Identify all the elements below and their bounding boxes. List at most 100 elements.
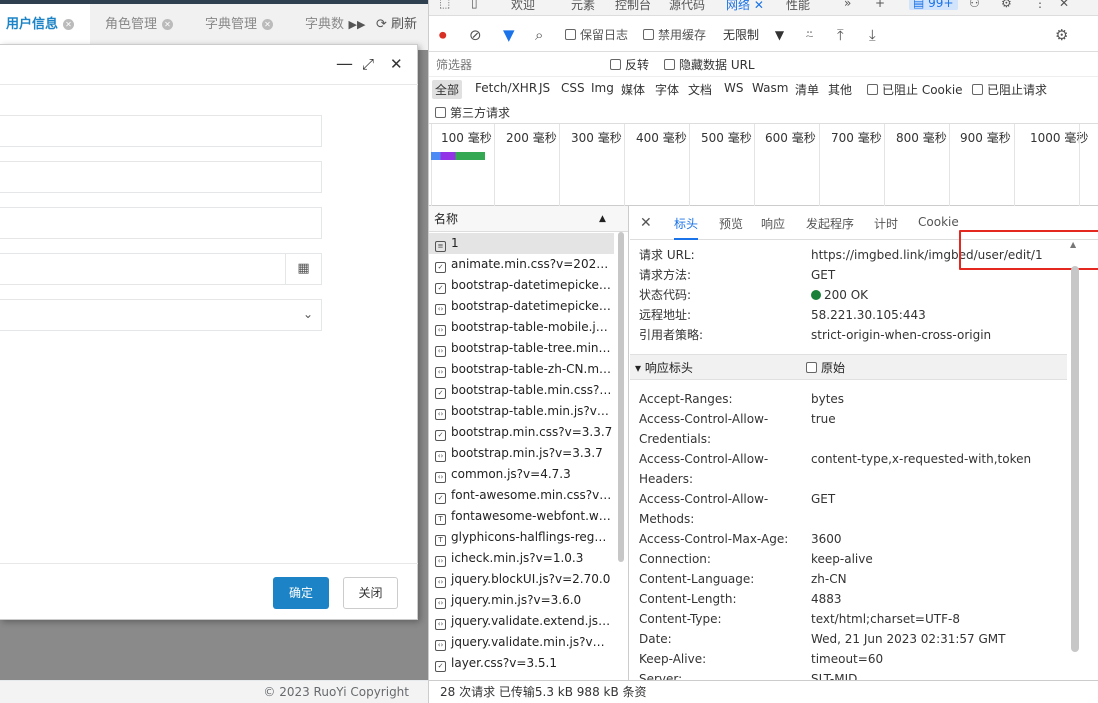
- type-other[interactable]: 其他: [825, 80, 855, 99]
- request-row[interactable]: Tfontawesome-webfont.woff...: [429, 506, 614, 527]
- date-input[interactable]: ▦: [0, 253, 322, 285]
- request-row[interactable]: ‹› bootstrap-table-mobile.js?v...: [429, 317, 614, 338]
- network-conditions-icon[interactable]: ⍨: [805, 25, 814, 45]
- more-options-icon[interactable]: ⋮: [1034, 0, 1046, 10]
- request-row[interactable]: ‹› bootstrap-table-tree.min.js?...: [429, 338, 614, 359]
- request-list-header[interactable]: 名称 ▲: [429, 206, 628, 232]
- js-file-icon: ‹›: [435, 325, 446, 336]
- tab-close-icon[interactable]: ✕: [162, 19, 174, 30]
- detail-tab-preview[interactable]: 预览: [719, 215, 743, 232]
- request-row[interactable]: ‹› bootstrap-table-zh-CN.min.j...: [429, 359, 614, 380]
- scroll-up-icon[interactable]: ▲: [1070, 240, 1076, 249]
- close-devtools-icon[interactable]: ✕: [1059, 0, 1069, 10]
- network-timeline[interactable]: 100 毫秒 200 毫秒 300 毫秒 400 毫秒 500 毫秒 600 毫…: [429, 124, 1098, 206]
- request-row[interactable]: ✓ bootstrap-datetimepicker.m...: [429, 275, 614, 296]
- type-doc[interactable]: 文档: [685, 80, 715, 99]
- close-detail-icon[interactable]: ✕: [640, 215, 652, 231]
- hide-data-urls-checkbox[interactable]: 隐藏数据 URL: [661, 55, 758, 74]
- request-row[interactable]: ≡ 1: [429, 233, 614, 254]
- tab-close-icon[interactable]: ✕: [63, 19, 75, 30]
- request-row[interactable]: ‹› jquery.validate.min.js?v=1.1...: [429, 632, 614, 653]
- request-row[interactable]: ‹› common.js?v=4.7.3: [429, 464, 614, 485]
- detail-tab-response[interactable]: 响应: [761, 215, 785, 232]
- filter-icon[interactable]: ▼: [503, 25, 515, 45]
- request-name: bootstrap-datetimepicker.m...: [451, 278, 614, 292]
- request-row[interactable]: ✓ font-awesome.min.css?v=4....: [429, 485, 614, 506]
- detail-scrollbar-thumb[interactable]: [1071, 266, 1079, 652]
- type-css[interactable]: CSS: [558, 80, 588, 96]
- detail-tab-initiator[interactable]: 发起程序: [806, 215, 854, 232]
- type-js[interactable]: JS: [536, 80, 553, 96]
- request-row[interactable]: ✓ animate.min.css?v=20210831: [429, 254, 614, 275]
- request-row[interactable]: ‹› bootstrap-table.min.js?v=1....: [429, 401, 614, 422]
- third-party-checkbox[interactable]: 第三方请求: [432, 103, 513, 122]
- throttle-select[interactable]: 无限制 ▼: [723, 25, 784, 45]
- blocked-requests-checkbox[interactable]: 已阻止请求: [969, 80, 1050, 99]
- form-input[interactable]: [0, 115, 322, 147]
- filter-input[interactable]: 筛选器: [433, 55, 593, 74]
- network-settings-icon[interactable]: ⚙: [1055, 25, 1068, 45]
- add-tab-icon[interactable]: +: [875, 0, 885, 10]
- form-input[interactable]: [0, 207, 322, 239]
- request-row[interactable]: Tglyphicons-halflings-regular...: [429, 527, 614, 548]
- type-all[interactable]: 全部: [432, 80, 463, 99]
- invert-checkbox[interactable]: 反转: [607, 55, 652, 74]
- request-row[interactable]: ‹› bootstrap.min.js?v=3.3.7: [429, 443, 614, 464]
- timeline-gridline: [1079, 124, 1080, 206]
- request-row[interactable]: ‹› jquery.min.js?v=3.6.0: [429, 590, 614, 611]
- confirm-button[interactable]: 确定: [273, 577, 329, 609]
- clear-icon[interactable]: ⊘: [469, 25, 482, 45]
- devtools-tab-network[interactable]: 网络 ✕: [726, 0, 764, 13]
- type-font[interactable]: 字体: [652, 80, 682, 99]
- request-row[interactable]: ✓ bootstrap-table.min.css?v=1...: [429, 380, 614, 401]
- request-row[interactable]: ‹› icheck.min.js?v=1.0.3: [429, 548, 614, 569]
- form-input[interactable]: [0, 161, 322, 193]
- close-icon[interactable]: ✕: [390, 55, 403, 73]
- scrollbar-thumb[interactable]: [618, 232, 624, 562]
- inspect-icon[interactable]: ⬚: [439, 0, 450, 10]
- settings-icon[interactable]: ⚙: [1001, 0, 1012, 10]
- type-manifest[interactable]: 清单: [792, 80, 822, 99]
- request-rows: ≡1✓animate.min.css?v=20210831✓bootstrap-…: [429, 233, 617, 679]
- type-wasm[interactable]: Wasm: [749, 80, 791, 96]
- devtools-tab-console[interactable]: 控制台: [615, 0, 651, 13]
- more-tabs-icon[interactable]: »: [844, 0, 851, 10]
- record-stop-icon[interactable]: ⏺: [439, 25, 447, 45]
- request-row[interactable]: ✓ layer.css?v=3.5.1: [429, 653, 614, 674]
- search-icon[interactable]: ⌕: [535, 25, 543, 45]
- detail-tab-headers[interactable]: 标头: [674, 215, 699, 240]
- detail-tab-timing[interactable]: 计时: [874, 215, 898, 232]
- request-row[interactable]: ‹› jquery.validate.extend.js?v=...: [429, 611, 614, 632]
- request-row[interactable]: ✓ bootstrap.min.css?v=3.3.7: [429, 422, 614, 443]
- export-har-icon[interactable]: ⤓: [869, 25, 876, 45]
- type-fetch-xhr[interactable]: Fetch/XHR: [472, 80, 540, 96]
- devtools-tab-elements[interactable]: 元素: [571, 0, 595, 13]
- request-row[interactable]: ‹› bootstrap-datetimepicker.m...: [429, 296, 614, 317]
- raw-checkbox[interactable]: 原始: [806, 355, 845, 381]
- devtools-tab-welcome[interactable]: 欢迎: [511, 0, 535, 13]
- issues-badge[interactable]: ▤ 99+: [909, 0, 958, 10]
- devtools-tab-sources[interactable]: 源代码: [669, 0, 705, 13]
- tab-close-icon[interactable]: ✕: [262, 19, 274, 30]
- type-img[interactable]: Img: [588, 80, 617, 96]
- maximize-icon[interactable]: ⤢: [362, 55, 374, 73]
- type-media[interactable]: 媒体: [618, 80, 648, 99]
- import-har-icon[interactable]: ⤒: [837, 25, 844, 45]
- disable-cache-checkbox[interactable]: 禁用缓存: [643, 25, 706, 45]
- response-headers-section[interactable]: ▾ 响应标头 原始: [630, 354, 1067, 380]
- close-button[interactable]: 关闭: [343, 577, 398, 609]
- minimize-icon[interactable]: —: [336, 55, 353, 73]
- request-row[interactable]: ‹› jquery.blockUI.js?v=2.70.0: [429, 569, 614, 590]
- blocked-cookies-checkbox[interactable]: 已阻止 Cookie: [864, 80, 966, 99]
- detail-tab-cookies[interactable]: Cookie: [918, 215, 959, 229]
- calendar-icon[interactable]: ▦: [285, 254, 321, 284]
- request-list-scrollbar[interactable]: [617, 232, 625, 672]
- form-select[interactable]: ⌄: [0, 299, 322, 331]
- preserve-log-checkbox[interactable]: 保留日志: [565, 25, 628, 45]
- timeline-tick: 400 毫秒: [636, 131, 687, 145]
- response-header-key: Content-Length:: [639, 592, 737, 606]
- devtools-tab-performance[interactable]: 性能: [786, 0, 810, 13]
- device-icon[interactable]: ▯: [471, 0, 478, 10]
- connect-icon[interactable]: ⚇: [969, 0, 980, 10]
- type-ws[interactable]: WS: [721, 80, 746, 96]
